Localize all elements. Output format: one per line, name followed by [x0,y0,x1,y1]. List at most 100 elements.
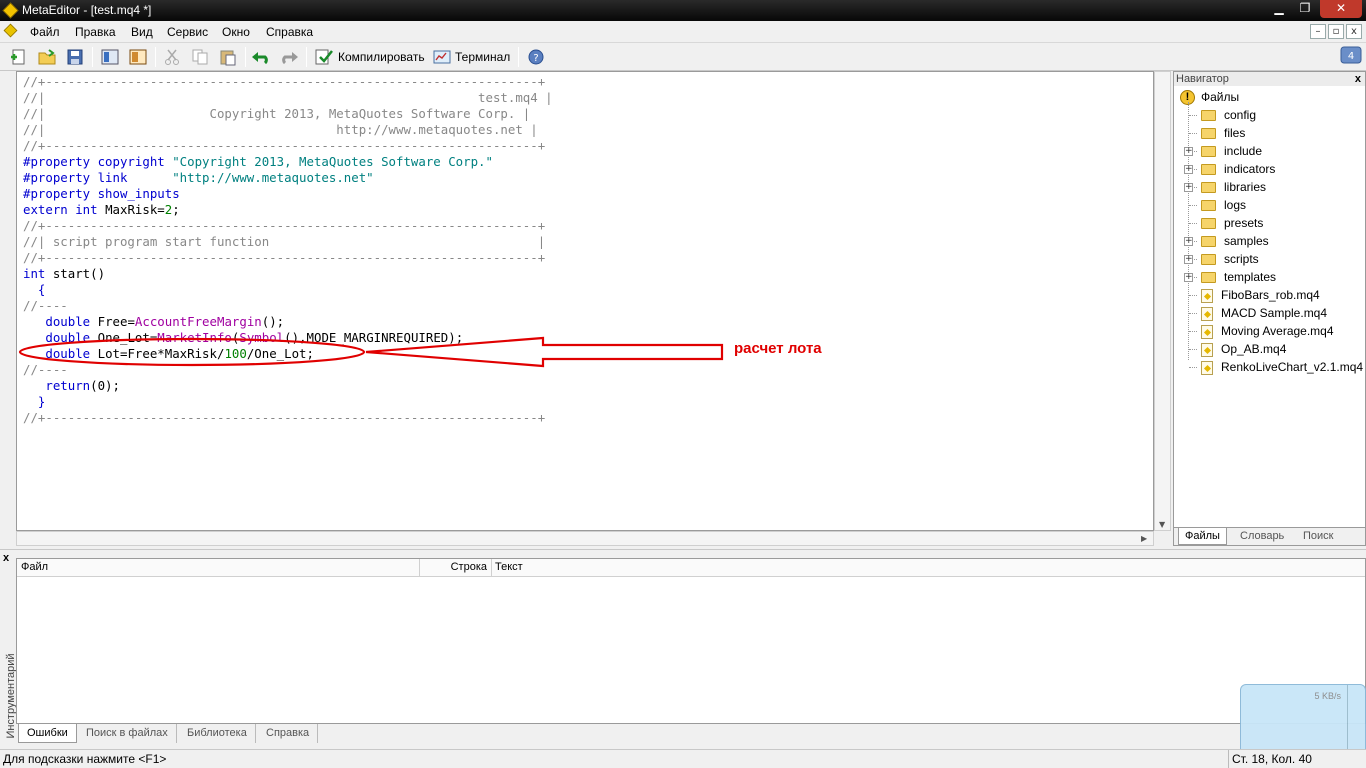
tree-item-files[interactable]: files [1201,124,1245,142]
tree-file-item[interactable]: FiboBars_rob.mq4 [1201,286,1320,304]
code-line[interactable]: //+-------------------------------------… [23,250,553,266]
cut-icon[interactable] [162,48,182,66]
tree-item-samples[interactable]: samples [1201,232,1269,250]
menu-help[interactable]: Справка [266,25,313,39]
code-editor[interactable]: //+-------------------------------------… [16,71,1154,531]
code-line[interactable]: //+-------------------------------------… [23,218,553,234]
code-text[interactable]: //+-------------------------------------… [23,74,553,426]
save-icon[interactable] [65,48,85,66]
tree-item-presets[interactable]: presets [1201,214,1263,232]
mdi-close-button[interactable]: x [1346,24,1362,39]
code-line[interactable]: { [23,282,553,298]
menu-view[interactable]: Вид [131,25,153,39]
menu-file[interactable]: Файл [30,25,60,39]
code-line[interactable]: //---- [23,298,553,314]
tab-help[interactable]: Справка [258,724,319,743]
scroll-right-arrow-icon[interactable]: ▶ [1141,534,1147,543]
restore-button[interactable]: ❐ [1292,0,1318,18]
code-line[interactable]: //+-------------------------------------… [23,74,553,90]
code-line[interactable]: //| test.mq4 | [23,90,553,106]
tree-item-indicators[interactable]: indicators [1201,160,1275,178]
tree-item-logs[interactable]: logs [1201,196,1246,214]
code-line[interactable]: //---- [23,362,553,378]
compile-button[interactable]: Компилировать [338,50,425,64]
expand-icon[interactable]: + [1184,273,1193,282]
tab-dictionary[interactable]: Словарь [1234,528,1290,545]
close-button[interactable]: ✕ [1320,0,1362,18]
code-line[interactable]: //+-------------------------------------… [23,410,553,426]
column-header-text[interactable]: Текст [495,559,795,577]
folder-icon [1201,182,1216,194]
tree-item-label: Op_AB.mq4 [1221,342,1287,356]
code-line[interactable]: //| http://www.metaquotes.net | [23,122,553,138]
tab-errors[interactable]: Ошибки [18,724,77,743]
tree-file-item[interactable]: Op_AB.mq4 [1201,340,1286,358]
redo-icon[interactable] [279,48,299,66]
code-line[interactable]: double One_Lot=MarketInfo(Symbol(),MODE_… [23,330,553,346]
editor-horizontal-scrollbar[interactable]: ▶ [16,531,1154,546]
code-line[interactable]: double Free=AccountFreeMargin(); [23,314,553,330]
tree-file-item[interactable]: MACD Sample.mq4 [1201,304,1327,322]
expand-icon[interactable]: + [1184,237,1193,246]
navigator-close-button[interactable]: x [1355,72,1361,86]
code-line[interactable]: } [23,394,553,410]
svg-text:?: ? [533,53,538,64]
tree-item-templates[interactable]: templates [1201,268,1276,286]
tree-item-config[interactable]: config [1201,106,1256,124]
terminal-icon[interactable] [432,48,452,66]
compile-icon[interactable] [314,48,334,66]
code-token: double [23,346,98,361]
expand-icon[interactable]: + [1184,147,1193,156]
code-line[interactable]: //| script program start function | [23,234,553,250]
code-line[interactable]: #property link "http://www.metaquotes.ne… [23,170,553,186]
tree-item-include[interactable]: include [1201,142,1262,160]
undo-icon[interactable] [251,48,271,66]
network-widget-scrollbar[interactable] [1347,685,1365,755]
code-line[interactable]: #property show_inputs [23,186,553,202]
mdi-restore-button[interactable]: ▫ [1328,24,1344,39]
code-line[interactable]: #property copyright "Copyright 2013, Met… [23,154,553,170]
new-file-icon[interactable] [9,48,29,66]
code-line[interactable]: return(0); [23,378,553,394]
expand-icon[interactable]: + [1184,255,1193,264]
menu-edit[interactable]: Правка [75,25,116,39]
code-line[interactable]: //+-------------------------------------… [23,138,553,154]
terminal-button[interactable]: Терминал [455,50,510,64]
navigator-toggle-icon[interactable] [100,48,120,66]
minimize-button[interactable]: ▁ [1266,0,1292,18]
tree-file-item[interactable]: Moving Average.mq4 [1201,322,1334,340]
mdi-minimize-button[interactable]: – [1310,24,1326,39]
paste-icon[interactable] [218,48,238,66]
document-icon[interactable] [3,23,18,38]
code-token: (),MODE_MARGINREQUIRED); [284,330,464,345]
toolbox-toggle-icon[interactable] [128,48,148,66]
column-header-line[interactable]: Строка [420,559,492,577]
editor-vertical-scrollbar[interactable]: ▼ [1154,71,1171,531]
tab-search[interactable]: Поиск [1297,528,1339,545]
copy-icon[interactable] [190,48,210,66]
tree-item-scripts[interactable]: scripts [1201,250,1259,268]
menu-window[interactable]: Окно [222,25,250,39]
expand-icon[interactable]: + [1184,183,1193,192]
error-list[interactable]: Файл Строка Текст [16,558,1366,724]
code-line[interactable]: int start() [23,266,553,282]
chat-icon[interactable]: 4 [1340,46,1362,66]
column-header-file[interactable]: Файл [17,559,420,577]
toolbox-close-button[interactable]: x [3,552,9,564]
tab-files[interactable]: Файлы [1178,528,1227,545]
code-line[interactable]: //| Copyright 2013, MetaQuotes Software … [23,106,553,122]
menu-service[interactable]: Сервис [167,25,208,39]
code-line[interactable]: extern int MaxRisk=2; [23,202,553,218]
network-monitor-widget[interactable]: 5 KB/s [1240,684,1366,756]
tab-find-in-files[interactable]: Поиск в файлах [78,724,177,743]
help-icon[interactable]: ? [526,48,546,66]
expand-icon[interactable]: + [1184,165,1193,174]
navigator-header: Навигатор x [1174,72,1365,86]
code-line[interactable]: double Lot=Free*MaxRisk/100/One_Lot; [23,346,553,362]
tree-item-libraries[interactable]: libraries [1201,178,1266,196]
open-folder-icon[interactable] [37,48,57,66]
scroll-down-arrow-icon[interactable]: ▼ [1159,520,1165,529]
tree-file-item[interactable]: RenkoLiveChart_v2.1.mq4 [1201,358,1363,376]
cursor-position: Ст. 18, Кол. 40 [1228,750,1312,768]
tab-library[interactable]: Библиотека [179,724,256,743]
